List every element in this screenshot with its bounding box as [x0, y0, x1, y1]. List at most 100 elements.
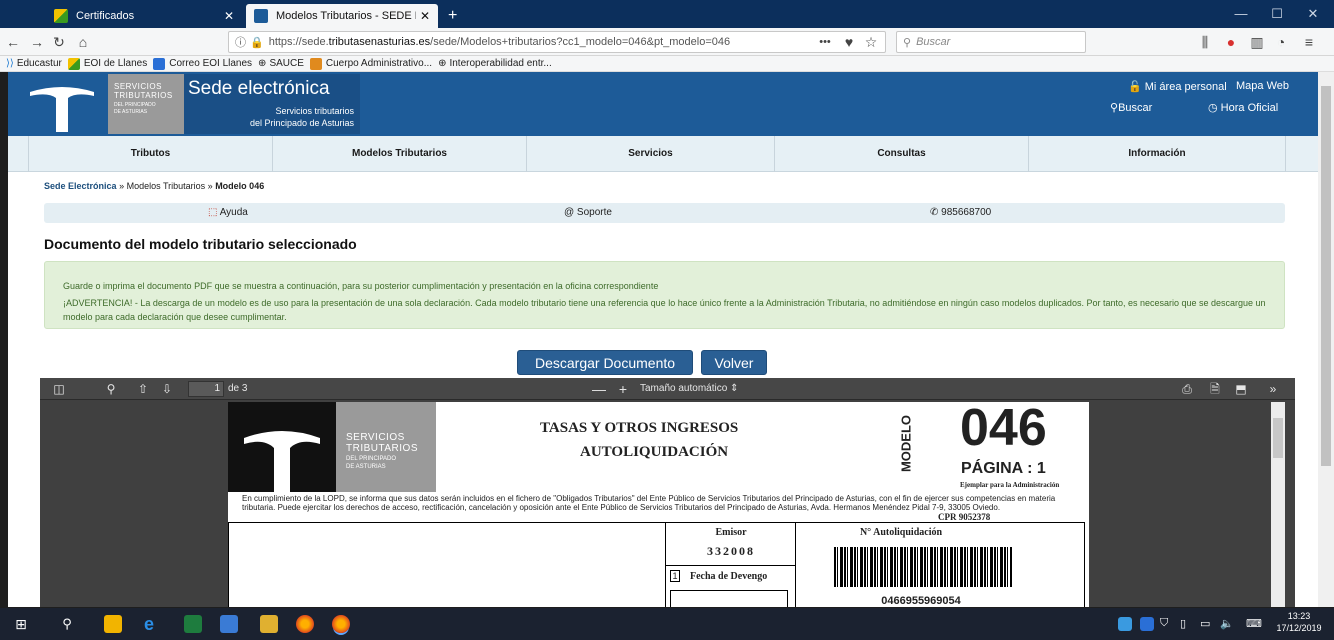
bookmark-interoperabilidad[interactable]: ⊕ Interoperabilidad entr... — [438, 58, 552, 69]
next-page-icon[interactable]: ⇩ — [158, 380, 176, 398]
volver-button[interactable]: Volver — [701, 350, 767, 375]
info-icon[interactable]: ⓘ — [235, 34, 246, 50]
menu-tributos[interactable]: Tributos — [28, 136, 272, 172]
firefox-active-icon[interactable] — [332, 615, 350, 633]
new-tab-button[interactable]: + — [440, 4, 464, 28]
reader-icon[interactable]: ▥ — [1248, 33, 1266, 51]
reload-icon[interactable]: ↻ — [50, 33, 68, 51]
page-scrollbar[interactable] — [1318, 72, 1334, 607]
breadcrumb-current: Modelo 046 — [215, 181, 265, 191]
menu-icon[interactable]: ≡ — [1300, 33, 1318, 51]
mi-area-personal-link[interactable]: 🔓 Mi área personal — [1128, 80, 1227, 93]
system-clock[interactable]: 13:23 17/12/2019 — [1268, 610, 1330, 634]
close-tab-icon[interactable]: ✕ — [420, 9, 430, 23]
minimize-icon[interactable]: — — [1226, 4, 1256, 24]
ejemplar-label: Ejemplar para la Administración — [960, 481, 1060, 489]
windows-start-icon[interactable]: ⊞ — [12, 615, 30, 633]
library-icon[interactable]: ⫼ — [1196, 33, 1214, 51]
menu-servicios[interactable]: Servicios — [526, 136, 774, 172]
mapa-web-link[interactable]: Mapa Web — [1236, 80, 1289, 92]
fecha-devengo-field[interactable] — [670, 590, 788, 607]
soporte-link[interactable]: @ Soporte — [564, 207, 612, 218]
pdf-icon: ⬚ — [208, 207, 218, 218]
firefox-icon[interactable] — [296, 615, 314, 633]
logo-symbol[interactable] — [16, 74, 108, 134]
pdf-scrollbar[interactable] — [1271, 402, 1285, 607]
find-icon[interactable]: ⚲ — [102, 380, 120, 398]
bookmark-star-icon[interactable]: ☆ — [862, 33, 880, 51]
emisor-label: Emisor — [715, 527, 747, 538]
keyboard-icon[interactable]: ⌨ — [1246, 617, 1262, 631]
menu-consultas[interactable]: Consultas — [774, 136, 1028, 172]
tab-certificados[interactable]: Certificados ✕ — [46, 4, 242, 28]
pocket-icon[interactable]: ♥ — [840, 33, 858, 51]
main-menu: Tributos Modelos Tributarios Servicios C… — [8, 136, 1318, 172]
pdf-page: SERVICIOS TRIBUTARIOS DEL PRINCIPADO DE … — [228, 402, 1089, 607]
field-number: 1 — [670, 570, 680, 582]
bookmark-icon[interactable]: ⬒ — [1232, 380, 1250, 398]
pdf-logo-text: SERVICIOS TRIBUTARIOS DEL PRINCIPADO DE … — [336, 402, 436, 492]
page-actions-icon[interactable]: ••• — [812, 33, 838, 51]
url-bar[interactable]: ⓘ 🔒 https://sede. tributasenasturias.es … — [228, 31, 886, 53]
file-explorer-icon[interactable] — [104, 615, 122, 633]
autoliquidacion-label: N° Autoliquidación — [859, 527, 943, 538]
pdf-heading-2: AUTOLIQUIDACIÓN — [580, 444, 729, 460]
descargar-documento-button[interactable]: Descargar Documento — [517, 350, 693, 375]
shield-icon[interactable]: ⛉ — [1160, 617, 1174, 631]
ayuda-link[interactable]: ⬚ Ayuda — [208, 207, 248, 218]
globe-icon: ⊕ — [438, 58, 447, 69]
search-placeholder: Buscar — [916, 36, 951, 48]
bookmark-educastur[interactable]: ⟩⟩ Educastur — [6, 58, 62, 69]
bookmark-correo[interactable]: Correo EOI Llanes — [153, 57, 252, 70]
zoom-select[interactable]: Tamaño automático ⇕ — [640, 380, 760, 398]
app-icon[interactable] — [220, 615, 238, 633]
site-subtitle-1: Servicios tributarios — [275, 106, 354, 116]
network-icon[interactable]: ▭ — [1200, 617, 1214, 631]
previous-page-icon[interactable]: ⇧ — [134, 380, 152, 398]
mail-icon — [153, 57, 166, 70]
paint-icon[interactable] — [260, 615, 278, 633]
browser-tab-bar: Certificados ✕ Modelos Tributarios - SED… — [0, 0, 1334, 28]
menu-informacion[interactable]: Información — [1028, 136, 1286, 172]
back-icon[interactable]: ← — [4, 33, 22, 51]
menu-modelos-tributarios[interactable]: Modelos Tributarios — [272, 136, 526, 172]
bookmark-eoi-llanes[interactable]: EOI de Llanes — [67, 57, 147, 70]
cpr-label: CPR 9052378 — [936, 512, 993, 522]
breadcrumb-modelos[interactable]: Modelos Tributarios — [127, 181, 206, 191]
edge-icon[interactable]: e — [140, 615, 158, 633]
page-number-input[interactable]: 1 — [188, 381, 224, 397]
forward-icon[interactable]: → — [28, 33, 46, 51]
site-title-block[interactable]: Sede electrónica Servicios tributarios d… — [184, 74, 360, 134]
search-icon[interactable]: ⚲ — [58, 615, 76, 633]
home-icon[interactable]: ⌂ — [74, 33, 92, 51]
adblock-icon[interactable]: ● — [1222, 33, 1240, 51]
site-header: SERVICIOS TRIBUTARIOS DEL PRINCIPADO DE … — [8, 72, 1318, 136]
tools-icon[interactable]: » — [1262, 380, 1284, 398]
print-icon[interactable]: ⎙ — [1178, 380, 1196, 398]
bookmark-cuerpo-admin[interactable]: Cuerpo Administrativo... — [309, 57, 432, 70]
tray-icon[interactable] — [1140, 617, 1154, 631]
maximize-icon[interactable]: ☐ — [1262, 4, 1292, 24]
search-input[interactable]: ⚲ Buscar — [896, 31, 1086, 53]
emisor-value: 332008 — [707, 544, 755, 558]
breadcrumb-home[interactable]: Sede Electrónica — [44, 181, 117, 191]
battery-icon[interactable]: ▯ — [1180, 617, 1194, 631]
tab-modelos-tributarios[interactable]: Modelos Tributarios - SEDE ELE ✕ — [246, 4, 438, 28]
tray-icon[interactable] — [1118, 617, 1132, 631]
bookmark-sauce[interactable]: ⊕ SAUCE — [258, 58, 304, 69]
tab-title: Certificados — [76, 10, 135, 22]
excel-icon[interactable] — [184, 615, 202, 633]
barcode — [834, 547, 1012, 587]
modelo-number: 046 — [960, 402, 1047, 457]
taxpayer-box — [228, 523, 666, 607]
buscar-link[interactable]: ⚲Buscar — [1110, 101, 1152, 114]
close-window-icon[interactable]: ✕ — [1298, 4, 1328, 24]
sidebar-toggle-icon[interactable]: ◫ — [50, 380, 68, 398]
close-tab-icon[interactable]: ✕ — [224, 9, 234, 23]
volume-icon[interactable]: 🔈 — [1220, 617, 1238, 631]
zoom-out-icon[interactable]: — — [590, 380, 608, 398]
zoom-in-icon[interactable]: + — [614, 380, 632, 398]
hora-oficial-link[interactable]: ◷ Hora Oficial — [1208, 101, 1278, 114]
download-icon[interactable]: 🗎 — [1206, 380, 1224, 398]
extension-icon[interactable]: ◔ — [1272, 33, 1290, 51]
